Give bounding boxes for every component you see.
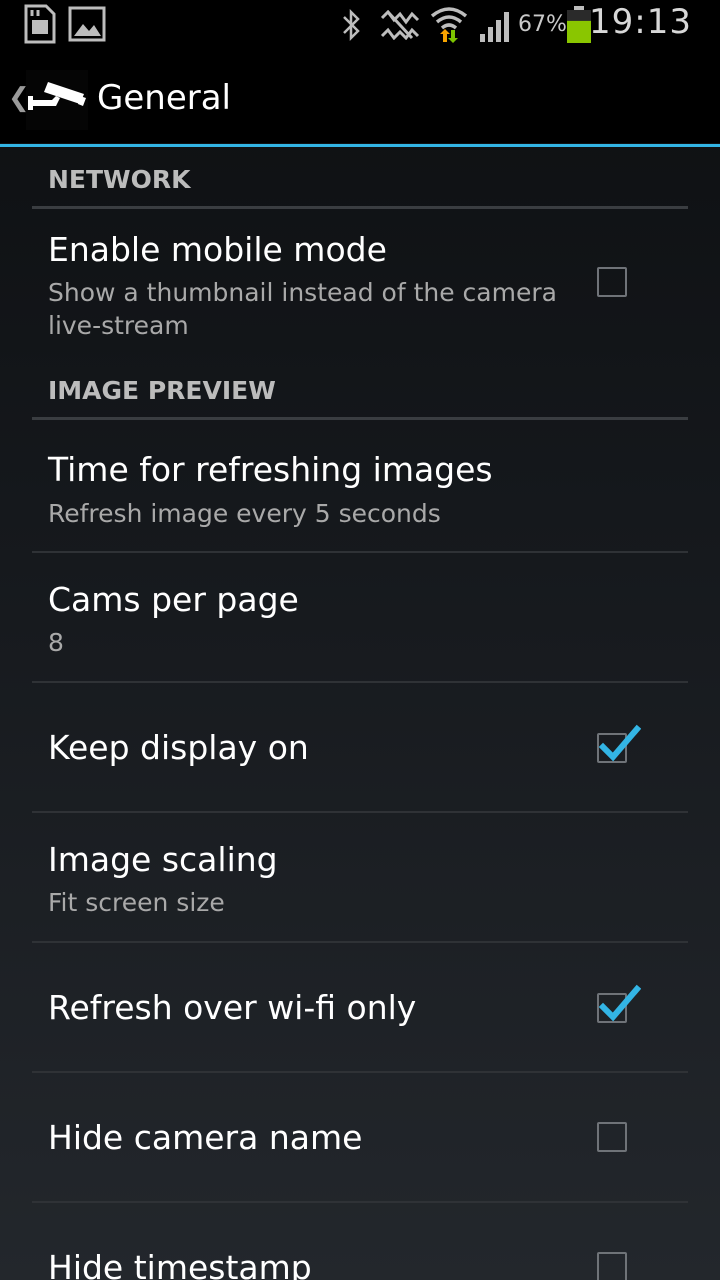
battery-percent: 67% — [518, 12, 567, 37]
keep-display-on-checkbox[interactable] — [597, 724, 641, 763]
pref-title: Hide camera name — [48, 1118, 363, 1157]
pref-title: Image scaling — [48, 840, 278, 879]
pref-refresh-time[interactable]: Time for refreshing images Refresh image… — [0, 420, 720, 550]
action-bar-underline — [0, 144, 720, 147]
wifi-only-checkbox[interactable] — [597, 984, 641, 1023]
pref-title: Time for refreshing images — [48, 450, 493, 489]
hide-timestamp-checkbox[interactable] — [597, 1252, 627, 1280]
pref-image-scaling[interactable]: Image scaling Fit screen size — [0, 813, 720, 941]
pref-title: Keep display on — [48, 728, 309, 767]
section-header-image-preview: IMAGE PREVIEW — [48, 376, 276, 405]
section-rule — [32, 206, 688, 209]
pref-title: Cams per page — [48, 580, 299, 619]
pref-cams-per-page[interactable]: Cams per page 8 — [0, 553, 720, 681]
hide-camera-name-checkbox[interactable] — [597, 1122, 627, 1152]
gallery-icon — [68, 6, 106, 46]
signal-icon — [478, 8, 514, 46]
pref-refresh-wifi-only[interactable]: Refresh over wi-fi only — [0, 943, 720, 1071]
action-bar: ❮ General — [0, 50, 720, 147]
pref-summary: 8 — [48, 628, 64, 657]
mute-icon — [380, 9, 420, 44]
pref-title: Enable mobile mode — [48, 230, 387, 269]
clock: 19:13 — [589, 2, 692, 42]
security-camera-icon[interactable] — [26, 70, 88, 130]
pref-summary: Refresh image every 5 seconds — [48, 499, 441, 528]
bluetooth-icon — [340, 8, 362, 46]
pref-hide-timestamp[interactable]: Hide timestamp — [0, 1203, 720, 1280]
pref-summary: Show a thumbnail instead of the camera l… — [48, 278, 557, 340]
pref-title: Hide timestamp — [48, 1248, 312, 1280]
sd-card-icon — [22, 4, 58, 48]
pref-summary: Fit screen size — [48, 888, 225, 917]
page-title: General — [97, 78, 231, 118]
status-bar: 67% 19:13 — [0, 0, 720, 50]
pref-hide-camera-name[interactable]: Hide camera name — [0, 1073, 720, 1201]
section-header-network: NETWORK — [48, 165, 191, 194]
mobile-mode-checkbox[interactable] — [597, 267, 627, 297]
pref-enable-mobile-mode[interactable]: Enable mobile mode Show a thumbnail inst… — [0, 210, 720, 348]
checkmark-icon — [598, 724, 641, 762]
wifi-icon — [430, 4, 468, 48]
pref-keep-display-on[interactable]: Keep display on — [0, 683, 720, 811]
pref-title: Refresh over wi-fi only — [48, 988, 417, 1027]
checkmark-icon — [598, 984, 641, 1022]
